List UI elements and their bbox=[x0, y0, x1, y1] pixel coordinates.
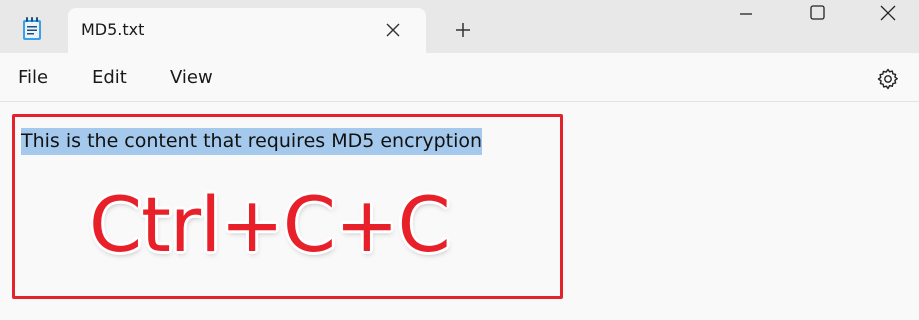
gear-icon[interactable] bbox=[876, 67, 900, 91]
menu-bar: File Edit View bbox=[0, 53, 919, 102]
tab-title: MD5.txt bbox=[81, 20, 145, 39]
new-tab-icon[interactable] bbox=[452, 19, 474, 41]
text-editor[interactable]: This is the content that requires MD5 en… bbox=[0, 103, 919, 320]
menu-edit[interactable]: Edit bbox=[92, 67, 127, 88]
notepad-icon bbox=[23, 17, 41, 40]
close-icon[interactable] bbox=[864, 0, 912, 30]
close-tab-icon[interactable] bbox=[384, 21, 402, 39]
menu-file[interactable]: File bbox=[18, 67, 48, 88]
tab-md5[interactable]: MD5.txt bbox=[68, 8, 426, 53]
shortcut-annotation: Ctrl+C+C bbox=[89, 180, 451, 269]
title-bar: MD5.txt bbox=[0, 0, 919, 53]
menu-view[interactable]: View bbox=[170, 67, 213, 88]
maximize-icon[interactable] bbox=[794, 0, 842, 30]
minimize-icon[interactable] bbox=[722, 0, 770, 30]
